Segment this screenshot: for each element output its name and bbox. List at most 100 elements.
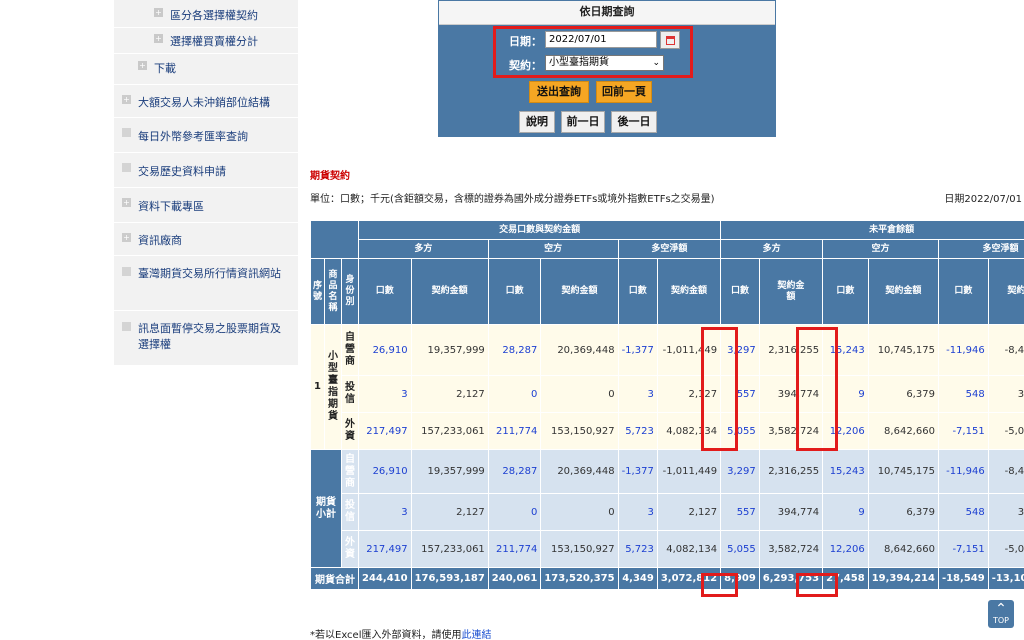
header-amount: 契約金額 — [758, 258, 824, 325]
value-cell: 548 — [937, 375, 989, 413]
value-cell: 3 — [617, 493, 658, 531]
plus-icon: + — [122, 95, 131, 104]
back-to-top-button[interactable]: ⌃ TOP — [988, 600, 1014, 628]
header-seq: 序號 — [309, 258, 326, 325]
sidebar-item-download[interactable]: + 下載 — [114, 57, 298, 85]
value-cell: 15,243 — [822, 324, 869, 376]
value-cell: 12,206 — [822, 412, 869, 450]
value-cell: 2,127 — [656, 375, 722, 413]
value-cell: 548 — [937, 493, 989, 531]
sidebar-item-label: 每日外幣參考匯率查詢 — [138, 130, 248, 143]
sidebar-item-option-call-put[interactable]: + 選擇權買賣權分計 — [114, 30, 298, 54]
value-cell: 19,357,999 — [410, 324, 489, 376]
identity-cell: 外資 — [341, 412, 360, 450]
value-cell: 3 — [617, 375, 658, 413]
value-cell: 6,379 — [867, 375, 939, 413]
sidebar-item-data-download[interactable]: + 資料下載專區 — [114, 191, 298, 223]
subtotal-row: 期貨 小計自營商 26,910 19,357,999 28,287 20,369,448-… — [309, 449, 1024, 568]
value-cell: 5,055 — [720, 412, 760, 450]
back-button[interactable]: 回前一頁 — [596, 81, 652, 103]
value-cell: 10,745,175 — [867, 324, 939, 376]
total-cell: 8,909 — [720, 567, 760, 590]
value-cell: -7,151 — [937, 530, 989, 568]
plus-icon: + — [154, 34, 163, 43]
value-cell: 2,316,255 — [758, 324, 824, 376]
identity-cell: 投信 — [341, 375, 360, 413]
header-product: 商品名稱 — [324, 258, 343, 325]
value-cell: 3,297 — [720, 324, 760, 376]
header-lots: 口數 — [358, 258, 412, 325]
sidebar-item-label: 選擇權買賣權分計 — [170, 35, 258, 48]
header-lots: 口數 — [617, 258, 658, 325]
sidebar-item-label: 資料下載專區 — [138, 200, 204, 213]
chevron-up-icon: ⌃ — [995, 601, 1007, 617]
sidebar-item-label: 交易歷史資料申請 — [138, 165, 226, 178]
footnote-text: *若以Excel匯入外部資料，請使用 — [310, 630, 462, 640]
value-cell: -5,059,936 — [987, 412, 1024, 450]
value-cell: -8,428,920 — [987, 449, 1024, 494]
value-cell: 6,379 — [867, 493, 939, 531]
sidebar-item-history-request[interactable]: 交易歷史資料申請 — [114, 156, 298, 188]
value-cell: 394,774 — [758, 375, 824, 413]
header-short: 空方 — [487, 239, 619, 259]
value-cell: 0 — [540, 493, 619, 531]
value-cell: 28,287 — [487, 449, 542, 494]
product-name: 小型臺指期貨 — [324, 324, 343, 450]
header-lots: 口數 — [487, 258, 542, 325]
identity-cell: 外資 — [341, 530, 360, 568]
sidebar-item-label: 大額交易人未沖銷部位結構 — [138, 96, 270, 109]
value-cell: -1,011,449 — [656, 324, 722, 376]
value-cell: 3,297 — [720, 449, 760, 494]
total-cell: 240,061 — [487, 567, 542, 590]
header-amount: 契約金額 — [867, 258, 939, 325]
next-day-button[interactable]: 後一日 — [611, 111, 657, 133]
value-cell: -5,059,936 — [987, 530, 1024, 568]
value-cell: 0 — [540, 375, 619, 413]
total-cell: 173,520,375 — [540, 567, 619, 590]
value-cell: 8,642,660 — [867, 412, 939, 450]
table-row: 投信32,1270032,127557394,77496,379548388,3… — [311, 375, 1024, 413]
value-cell: 3,582,724 — [758, 530, 824, 568]
header-lots: 口數 — [720, 258, 760, 325]
value-cell: 211,774 — [487, 412, 542, 450]
total-cell: 244,410 — [358, 567, 412, 590]
sidebar-item-large-traders[interactable]: + 大額交易人未沖銷部位結構 — [114, 88, 298, 118]
value-cell: 26,910 — [358, 324, 412, 376]
total-cell: -18,549 — [937, 567, 989, 590]
plus-icon: + — [122, 198, 131, 207]
total-cell: 6,293,753 — [758, 567, 824, 590]
sidebar-item-fx-rates[interactable]: 每日外幣參考匯率查詢 — [114, 121, 298, 153]
identity-cell: 投信 — [341, 493, 360, 531]
value-cell: 28,287 — [487, 324, 542, 376]
square-icon — [122, 267, 131, 276]
sidebar-item-suspended-trading[interactable]: 訊息面暫停交易之股票期貨及選擇權 — [114, 314, 298, 366]
value-cell: -11,946 — [937, 449, 989, 494]
sidebar-item-vendors[interactable]: + 資訊廠商 — [114, 226, 298, 256]
sidebar-item-label: 區分各選擇權契約 — [170, 9, 258, 22]
value-cell: 9 — [822, 375, 869, 413]
submit-query-button[interactable]: 送出查詢 — [529, 81, 589, 103]
total-cell: 176,593,187 — [410, 567, 489, 590]
sidebar-item-option-contracts[interactable]: + 區分各選擇權契約 — [114, 4, 298, 28]
value-cell: 217,497 — [358, 412, 412, 450]
square-icon — [122, 322, 131, 331]
total-cell: 4,349 — [617, 567, 658, 590]
value-cell: -11,946 — [937, 324, 989, 376]
subtotal-row: 外資 217,497 157,233,061 211,774 153,150,927 5,… — [311, 530, 1024, 568]
sidebar-item-market-info-site[interactable]: 臺灣期貨交易所行情資訊網站 — [114, 259, 298, 311]
value-cell: -8,428,920 — [987, 324, 1024, 376]
help-button[interactable]: 說明 — [519, 111, 555, 133]
value-cell: 153,150,927 — [540, 412, 619, 450]
plus-icon: + — [122, 233, 131, 242]
value-cell: 26,910 — [358, 449, 412, 494]
sidebar-item-label: 臺灣期貨交易所行情資訊網站 — [138, 267, 281, 280]
prev-day-button[interactable]: 前一日 — [561, 111, 605, 133]
value-cell: 5,723 — [617, 412, 658, 450]
value-cell: 20,369,448 — [540, 324, 619, 376]
total-row: 期貨合計 244,410 176,593,187 240,061 173,520,375… — [309, 567, 1024, 590]
query-panel-title: 依日期查詢 — [439, 1, 775, 25]
sidebar-item-label: 下載 — [154, 62, 176, 75]
excel-link[interactable]: 此連結 — [462, 630, 492, 640]
value-cell: 557 — [720, 493, 760, 531]
footnote: *若以Excel匯入外部資料，請使用此連結 — [310, 626, 492, 640]
